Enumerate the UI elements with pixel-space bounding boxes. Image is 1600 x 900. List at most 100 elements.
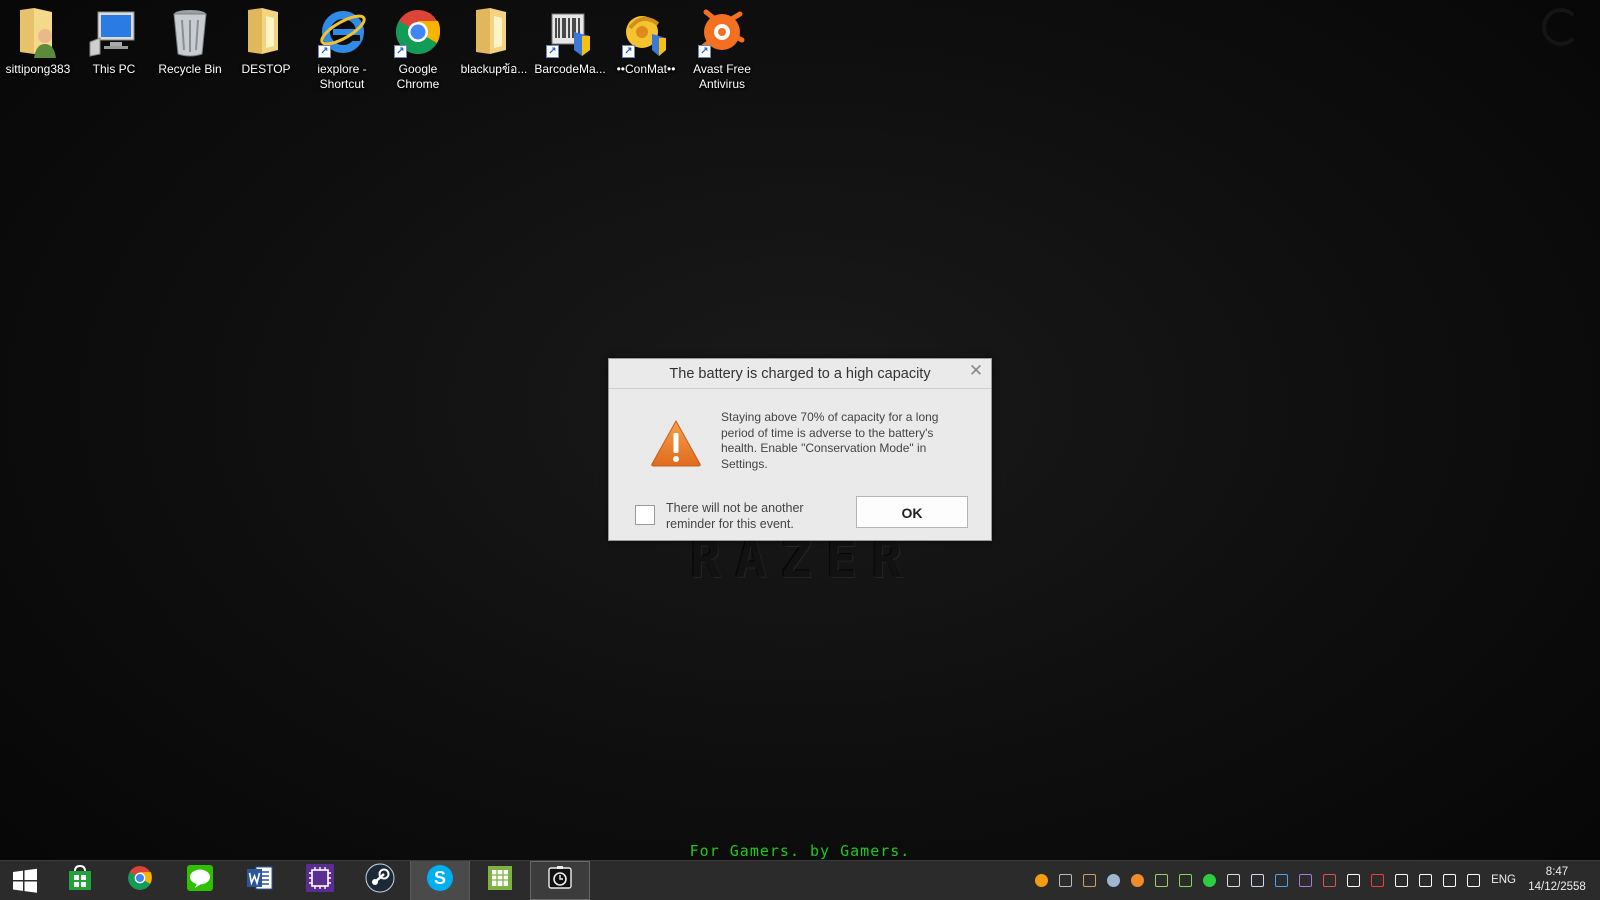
desktop-icon[interactable]: This PC [76, 0, 152, 96]
window-tray-icon-glyph [1058, 874, 1072, 887]
clock-time: 8:47 [1545, 866, 1569, 878]
window-tray-icon[interactable] [1053, 861, 1077, 900]
word-icon [246, 864, 274, 897]
fan-tray-icon[interactable] [1077, 861, 1101, 900]
line-icon [186, 864, 214, 897]
internet-explorer-icon: ↗ [316, 6, 368, 58]
windows-logo-icon [13, 868, 37, 893]
desktop-icon[interactable]: sittipong383 [0, 0, 76, 96]
taskbar-app-cpu-app[interactable] [290, 861, 350, 900]
desktop-icon[interactable]: ↗ Avast Free Antivirus [684, 0, 760, 96]
close-icon[interactable]: ✕ [967, 362, 985, 380]
desktop-icon[interactable]: ↗ BarcodeMa... [532, 0, 608, 96]
desktop-icon-label: DESTOP [241, 62, 291, 76]
desktop-icon[interactable]: ↗ iexplore - Shortcut [304, 0, 380, 96]
display-tray-icon-glyph [1274, 874, 1288, 887]
desktop-icon-label: This PC [92, 62, 136, 76]
clock[interactable]: 8:47 14/12/2558 [1522, 865, 1592, 895]
orange-ball-tray-icon[interactable] [1125, 861, 1149, 900]
shortcut-arrow-icon: ↗ [622, 45, 635, 58]
dialog-title: The battery is charged to a high capacit… [609, 359, 991, 389]
avast-tray-icon-glyph [1034, 874, 1048, 887]
flag-error-tray-icon[interactable] [1365, 861, 1389, 900]
power-tray-icon[interactable] [1413, 861, 1437, 900]
language-indicator[interactable]: ENG [1491, 861, 1516, 900]
taskbar-app-steam[interactable] [350, 861, 410, 900]
orange-ball-tray-icon-glyph [1130, 874, 1144, 887]
desktop-icon[interactable]: Recycle Bin [152, 0, 228, 96]
taskbar-app-store[interactable] [50, 861, 110, 900]
desktop-icon[interactable]: ↗ ••ConMat•• [608, 0, 684, 96]
volume-mute-tray-icon[interactable] [1317, 861, 1341, 900]
desktop-icon-label: Google Chrome [396, 62, 440, 91]
chip-icon [305, 863, 335, 898]
barcode-maker-icon: ↗ [544, 6, 596, 58]
bluetooth-tray-icon-glyph [1346, 874, 1360, 887]
desktop-icon[interactable]: ↗ Google Chrome [380, 0, 456, 96]
ok-button[interactable]: OK [856, 496, 968, 528]
camera-tray-icon-glyph [1226, 874, 1240, 887]
desktop-icon[interactable]: blackupข้อ... [456, 0, 532, 96]
network-share-tray-icon-glyph [1154, 874, 1168, 887]
desktop-icon-label: sittipong383 [5, 62, 71, 76]
bluetooth-tray-icon[interactable] [1341, 861, 1365, 900]
svg-text:S: S [434, 868, 446, 888]
shortcut-arrow-icon: ↗ [394, 45, 407, 58]
monitor-tray-icon-glyph [1250, 874, 1264, 887]
desktop-icon-label: Recycle Bin [158, 62, 222, 76]
wallpaper-tagline: For Gamers. by Gamers. [689, 842, 911, 860]
system-tray [1029, 861, 1485, 900]
spreadsheet-icon [486, 864, 514, 897]
taskbar-app-line[interactable] [170, 861, 230, 900]
razer-tray-icon[interactable] [1197, 861, 1221, 900]
network-tray-icon[interactable] [1437, 861, 1461, 900]
taskbar-app-spreadsheet[interactable] [470, 861, 530, 900]
folder-icon [240, 6, 292, 58]
avast-icon: ↗ [696, 6, 748, 58]
warning-icon [649, 418, 703, 468]
desktop-icon-grid: sittipong383 This PC Recycle Bin DESTOP ↗ iex… [0, 0, 760, 96]
steam-tray-icon-glyph [1106, 874, 1120, 887]
volume-mute-tray-icon-glyph [1322, 874, 1336, 887]
purple-app-tray-icon[interactable] [1293, 861, 1317, 900]
shortcut-arrow-icon: ↗ [698, 45, 711, 58]
volume-tray-icon-glyph [1466, 874, 1480, 887]
battery-dialog: The battery is charged to a high capacit… [608, 358, 992, 541]
desktop-icon-label: Avast Free Antivirus [693, 62, 751, 91]
volume-tray-icon[interactable] [1461, 861, 1485, 900]
shortcut-arrow-icon: ↗ [546, 45, 559, 58]
fan-tray-icon-glyph [1082, 874, 1096, 887]
windows-tray-icon[interactable] [1389, 861, 1413, 900]
taskbar-app-battery-app[interactable] [530, 861, 590, 900]
dialog-message: Staying above 70% of capacity for a long… [721, 410, 939, 471]
purple-app-tray-icon-glyph [1298, 874, 1312, 887]
corner-logo-icon [1542, 8, 1580, 46]
display-tray-icon[interactable] [1269, 861, 1293, 900]
desktop-icon[interactable]: DESTOP [228, 0, 304, 96]
chrome-icon: ↗ [392, 6, 444, 58]
taskbar-app-chrome[interactable] [110, 861, 170, 900]
desktop-icon-label: ••ConMat•• [616, 62, 676, 76]
taskbar: S ENG 8:47 14/12/2558 [0, 860, 1600, 900]
steam-tray-icon[interactable] [1101, 861, 1125, 900]
steam-icon [365, 863, 395, 898]
camera-tray-icon[interactable] [1221, 861, 1245, 900]
flag-error-tray-icon-glyph [1370, 874, 1384, 887]
folder-icon [468, 6, 520, 58]
avast-tray-icon[interactable] [1029, 861, 1053, 900]
taskbar-app-skype[interactable]: S [410, 861, 470, 900]
windows-tray-icon-glyph [1394, 874, 1408, 887]
network-tray-icon-glyph [1442, 874, 1456, 887]
conmat-icon: ↗ [620, 6, 672, 58]
desktop-icon-label: iexplore - Shortcut [317, 62, 367, 91]
monitor-tray-icon[interactable] [1245, 861, 1269, 900]
leaf-tray-icon[interactable] [1173, 861, 1197, 900]
reminder-checkbox[interactable] [635, 505, 655, 525]
start-button[interactable] [0, 861, 50, 900]
network-share-tray-icon[interactable] [1149, 861, 1173, 900]
taskbar-apps: S [50, 861, 590, 900]
reminder-checkbox-label: There will not be another reminder for t… [666, 501, 804, 531]
taskbar-app-word[interactable] [230, 861, 290, 900]
user-folder-icon [12, 6, 64, 58]
chrome-icon [126, 864, 154, 897]
